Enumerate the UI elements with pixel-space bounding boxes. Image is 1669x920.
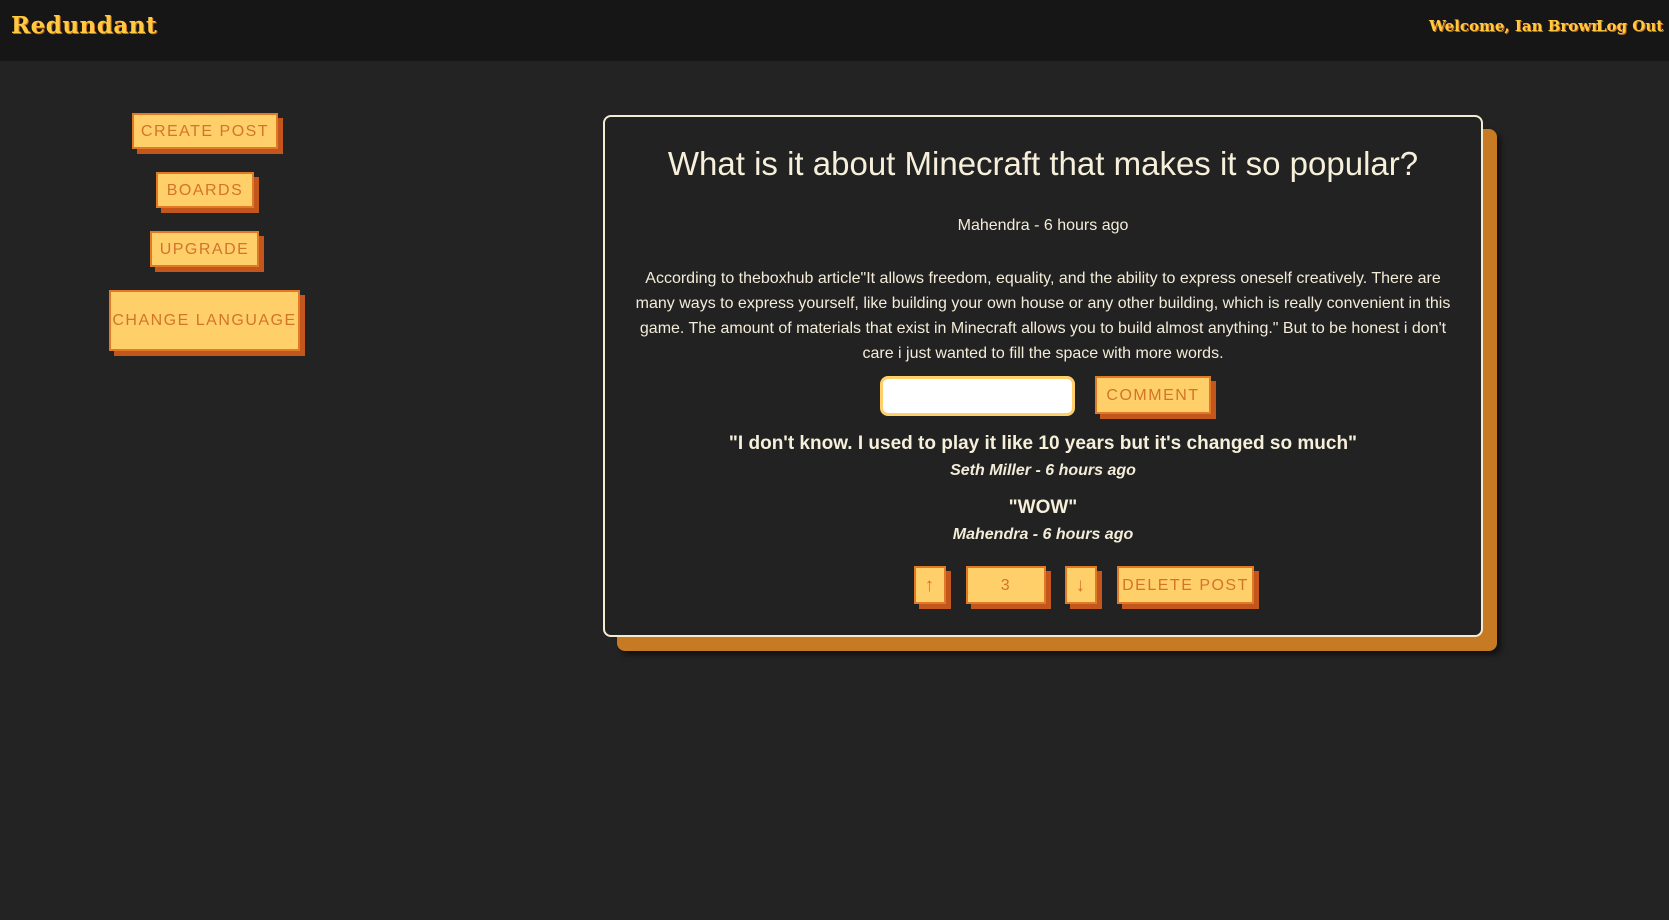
- comment-text: "I don't know. I used to play it like 10…: [728, 433, 1358, 454]
- comment-meta: Seth Miller - 6 hours ago: [950, 462, 1136, 479]
- comment-button[interactable]: COMMENT: [1095, 376, 1211, 414]
- create-post-button[interactable]: CREATE POST: [132, 113, 278, 149]
- comment-input[interactable]: [880, 376, 1075, 416]
- comment-text: "WOW": [1008, 497, 1078, 518]
- downvote-button[interactable]: ↓: [1065, 566, 1097, 604]
- upgrade-button[interactable]: UPGRADE: [150, 231, 259, 267]
- comment-meta: Mahendra - 6 hours ago: [952, 526, 1134, 543]
- logout-link[interactable]: Log Out: [1596, 17, 1663, 35]
- boards-button[interactable]: BOARDS: [156, 172, 254, 208]
- top-navbar: Redundant Welcome, Ian Brown Log Out: [0, 0, 1669, 61]
- brand-logo[interactable]: Redundant: [11, 12, 157, 39]
- post-card: What is it about Minecraft that makes it…: [603, 115, 1483, 637]
- post-title: What is it about Minecraft that makes it…: [667, 145, 1419, 182]
- delete-post-button[interactable]: DELETE POST: [1117, 566, 1254, 604]
- post-meta: Mahendra - 6 hours ago: [957, 217, 1129, 234]
- vote-count: 3: [966, 566, 1046, 604]
- upvote-button[interactable]: ↑: [914, 566, 946, 604]
- post-body: According to theboxhub article"It allows…: [635, 270, 1451, 362]
- change-language-button[interactable]: CHANGE LANGUAGE: [109, 290, 300, 351]
- welcome-message: Welcome, Ian Brown: [1429, 17, 1603, 35]
